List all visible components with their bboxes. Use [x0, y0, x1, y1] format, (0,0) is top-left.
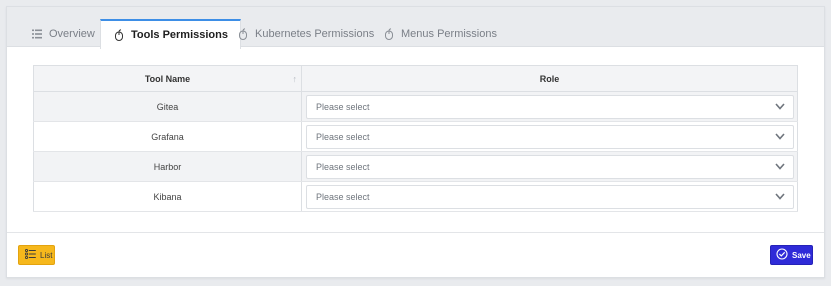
list-button[interactable]: List [18, 245, 55, 265]
chevron-down-icon [775, 193, 785, 200]
tab-menus-permissions[interactable]: Menus Permissions [371, 19, 509, 48]
mouse-icon [383, 27, 395, 40]
role-cell: Please select [301, 121, 798, 152]
column-header-role: Role [301, 65, 798, 92]
role-select[interactable]: Please select [306, 184, 794, 209]
check-circle-icon [776, 248, 788, 262]
table-row: Kibana Please select [33, 181, 798, 212]
save-button-label: Save [792, 250, 811, 260]
mouse-icon [237, 27, 249, 40]
chevron-down-icon [775, 133, 785, 140]
tool-name-cell: Harbor [33, 151, 302, 182]
role-cell: Please select [301, 151, 798, 182]
tool-name-cell: Grafana [33, 121, 302, 152]
role-select-placeholder: Please select [316, 161, 370, 172]
role-cell: Please select [301, 181, 798, 212]
mouse-icon [113, 29, 125, 41]
tab-overview[interactable]: Overview [19, 19, 107, 48]
list-button-label: List [40, 250, 53, 260]
tool-name-cell: Gitea [33, 91, 302, 122]
permissions-panel: Overview Tools Permissions Kubernetes Pe… [6, 6, 825, 278]
column-header-label: Role [539, 73, 560, 84]
tab-tools-permissions[interactable]: Tools Permissions [100, 19, 241, 49]
list-icon [24, 248, 36, 261]
tab-bar: Overview Tools Permissions Kubernetes Pe… [7, 7, 824, 49]
table-header-row: Tool Name ↑ Role [33, 65, 798, 92]
column-header-label: Tool Name [144, 73, 191, 84]
role-cell: Please select [301, 91, 798, 122]
tool-name-cell: Kibana [33, 181, 302, 212]
tab-label: Overview [49, 27, 95, 40]
tools-permissions-table: Tool Name ↑ Role Gitea Please select Gra… [33, 65, 798, 212]
table-row: Gitea Please select [33, 91, 798, 122]
table-row: Grafana Please select [33, 121, 798, 152]
tab-label: Kubernetes Permissions [255, 27, 375, 40]
form-footer: List Save [7, 232, 824, 277]
chevron-down-icon [775, 103, 785, 110]
column-header-tool-name[interactable]: Tool Name ↑ [33, 65, 302, 92]
role-select[interactable]: Please select [306, 154, 794, 179]
save-button[interactable]: Save [770, 245, 813, 265]
tab-kubernetes-permissions[interactable]: Kubernetes Permissions [225, 19, 386, 48]
tab-label: Tools Permissions [131, 29, 228, 41]
table-row: Harbor Please select [33, 151, 798, 182]
role-select[interactable]: Please select [306, 124, 794, 149]
chevron-down-icon [775, 163, 785, 170]
role-select-placeholder: Please select [316, 131, 370, 142]
list-icon [31, 28, 43, 40]
tab-label: Menus Permissions [401, 27, 497, 40]
role-select-placeholder: Please select [316, 191, 370, 202]
role-select[interactable]: Please select [306, 94, 794, 119]
sort-ascending-icon[interactable]: ↑ [293, 74, 298, 84]
role-select-placeholder: Please select [316, 101, 370, 112]
